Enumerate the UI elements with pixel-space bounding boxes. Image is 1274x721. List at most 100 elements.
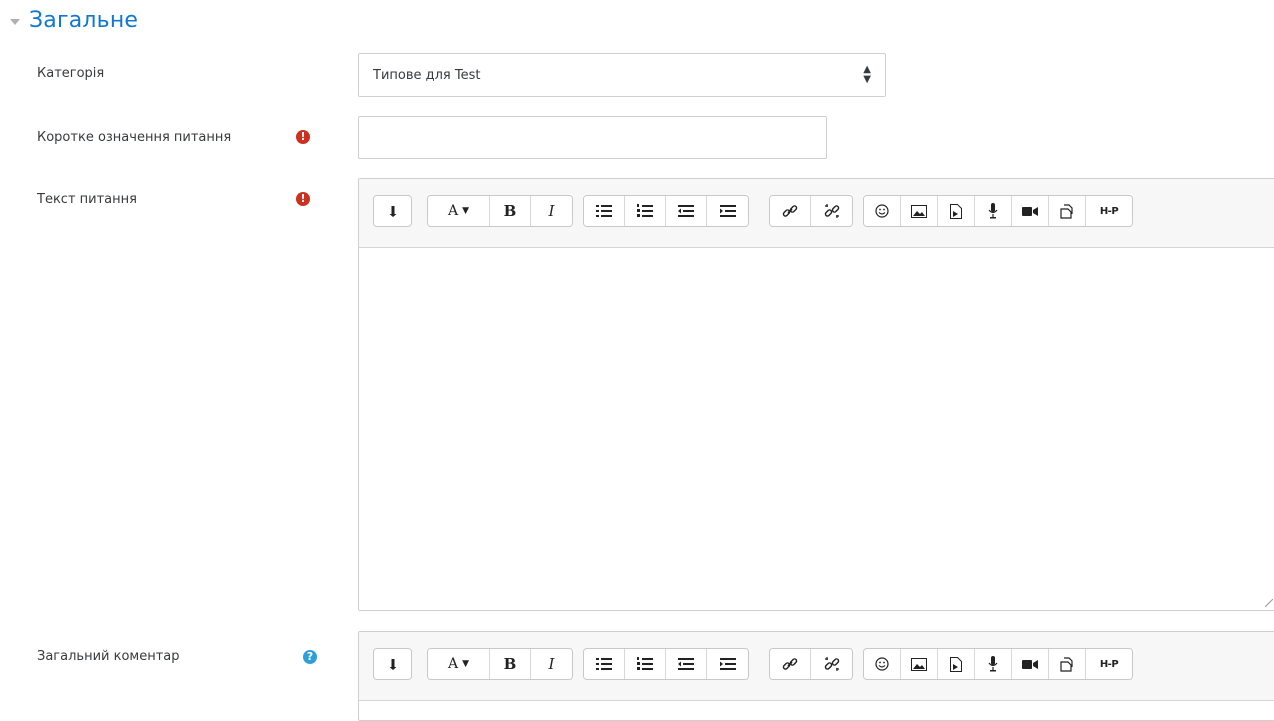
toolbar-group-links — [769, 195, 853, 227]
outdent-button[interactable] — [666, 196, 707, 226]
insert-media-button[interactable] — [938, 649, 975, 679]
outdent-icon — [678, 658, 694, 670]
image-icon — [911, 204, 927, 218]
image-icon — [911, 657, 927, 671]
microphone-icon — [988, 203, 998, 219]
show-more-icon — [389, 659, 396, 670]
video-camera-icon — [1022, 659, 1038, 669]
manage-files-icon — [1059, 203, 1073, 219]
resize-grip-icon[interactable] — [1265, 599, 1273, 607]
toolbar-group-more — [373, 648, 412, 680]
show-more-buttons-button[interactable] — [374, 196, 411, 226]
record-audio-button[interactable] — [975, 649, 1012, 679]
font-style-icon: A — [447, 656, 459, 672]
media-file-icon — [950, 656, 962, 672]
emoticon-button[interactable] — [864, 649, 901, 679]
toolbar-group-media: H-P — [863, 195, 1133, 227]
ordered-list-button[interactable] — [625, 649, 666, 679]
editor-toolbar: A ▼ B I H-P — [359, 632, 1274, 701]
unordered-list-icon — [596, 658, 612, 670]
unlink-button[interactable] — [811, 196, 852, 226]
outdent-button[interactable] — [666, 649, 707, 679]
insert-image-button[interactable] — [901, 196, 938, 226]
category-label: Категорія — [37, 66, 105, 81]
indent-icon — [719, 205, 736, 217]
ordered-list-icon — [637, 657, 653, 670]
outdent-icon — [678, 205, 694, 217]
show-more-buttons-button[interactable] — [374, 649, 411, 679]
link-icon — [782, 658, 798, 670]
emoticon-button[interactable] — [864, 196, 901, 226]
italic-icon: I — [548, 655, 555, 673]
insert-image-button[interactable] — [901, 649, 938, 679]
question-name-label: Коротке означення питання — [37, 130, 232, 145]
font-style-icon: A — [447, 203, 459, 219]
unordered-list-button[interactable] — [584, 649, 625, 679]
media-file-icon — [950, 203, 962, 219]
record-video-button[interactable] — [1012, 196, 1049, 226]
video-camera-icon — [1022, 206, 1038, 216]
show-more-icon — [389, 206, 396, 217]
dropdown-caret-icon: ▼ — [462, 206, 470, 216]
font-style-button[interactable]: A ▼ — [428, 649, 490, 679]
indent-button[interactable] — [707, 196, 748, 226]
ordered-list-button[interactable] — [625, 196, 666, 226]
record-audio-button[interactable] — [975, 196, 1012, 226]
select-arrows-icon: ▲ ▼ — [863, 64, 871, 85]
bold-button[interactable]: B — [490, 196, 531, 226]
microphone-icon — [988, 656, 998, 672]
h5p-icon: H-P — [1099, 658, 1119, 670]
toolbar-group-lists — [583, 648, 749, 680]
toolbar-group-links — [769, 648, 853, 680]
help-icon[interactable]: ? — [303, 650, 317, 664]
smiley-icon — [875, 657, 889, 671]
italic-icon: I — [548, 202, 555, 220]
unlink-icon — [824, 657, 839, 671]
dropdown-caret-icon: ▼ — [462, 659, 470, 669]
link-icon — [782, 205, 798, 217]
question-text-label: Текст питання — [37, 192, 137, 207]
section-title[interactable]: Загальне — [29, 8, 138, 33]
smiley-icon — [875, 204, 889, 218]
required-icon: ! — [296, 130, 310, 144]
italic-button[interactable]: I — [531, 196, 572, 226]
question-text-editor[interactable]: A ▼ B I H-P — [358, 178, 1274, 611]
ordered-list-icon — [637, 204, 653, 217]
section-header-general[interactable]: Загальне — [10, 8, 138, 33]
general-feedback-label: Загальний коментар — [37, 649, 180, 664]
toolbar-group-lists — [583, 195, 749, 227]
h5p-button[interactable]: H-P — [1086, 649, 1132, 679]
manage-files-button[interactable] — [1049, 649, 1086, 679]
toolbar-group-media: H-P — [863, 648, 1133, 680]
manage-files-icon — [1059, 656, 1073, 672]
required-icon: ! — [296, 192, 310, 206]
indent-button[interactable] — [707, 649, 748, 679]
indent-icon — [719, 658, 736, 670]
toolbar-group-more — [373, 195, 412, 227]
italic-button[interactable]: I — [531, 649, 572, 679]
link-button[interactable] — [770, 649, 811, 679]
bold-icon: B — [503, 202, 517, 220]
question-name-input[interactable] — [358, 116, 827, 159]
unlink-icon — [824, 204, 839, 218]
category-select-value: Типове для Test — [373, 67, 481, 83]
insert-media-button[interactable] — [938, 196, 975, 226]
general-feedback-editor[interactable]: A ▼ B I H-P — [358, 631, 1274, 721]
record-video-button[interactable] — [1012, 649, 1049, 679]
question-text-content-area[interactable] — [359, 248, 1274, 610]
unordered-list-button[interactable] — [584, 196, 625, 226]
h5p-icon: H-P — [1099, 205, 1119, 217]
category-select[interactable]: Типове для Test ▲ ▼ — [358, 53, 886, 97]
unlink-button[interactable] — [811, 649, 852, 679]
h5p-button[interactable]: H-P — [1086, 196, 1132, 226]
bold-icon: B — [503, 655, 517, 673]
toolbar-group-text: A ▼ B I — [427, 648, 573, 680]
bold-button[interactable]: B — [490, 649, 531, 679]
link-button[interactable] — [770, 196, 811, 226]
font-style-button[interactable]: A ▼ — [428, 196, 490, 226]
collapse-caret-icon[interactable] — [10, 18, 20, 25]
toolbar-group-text: A ▼ B I — [427, 195, 573, 227]
editor-toolbar: A ▼ B I H-P — [359, 179, 1274, 248]
unordered-list-icon — [596, 205, 612, 217]
manage-files-button[interactable] — [1049, 196, 1086, 226]
